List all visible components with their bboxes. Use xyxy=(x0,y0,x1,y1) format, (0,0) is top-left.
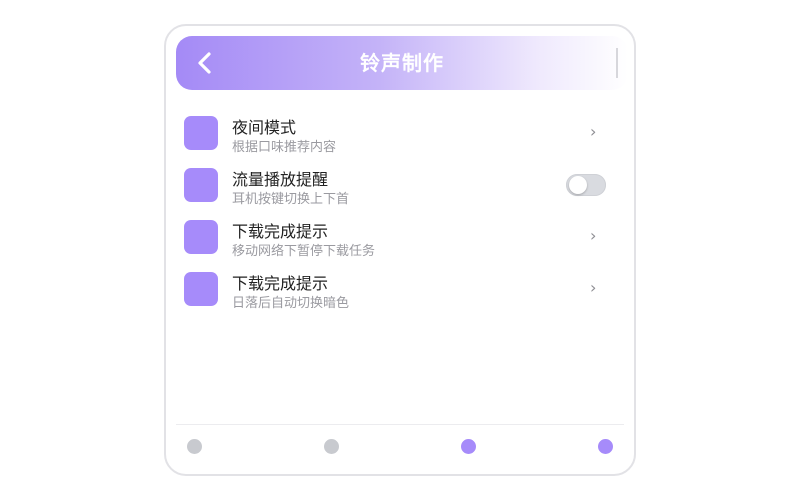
chevron-right-icon: › xyxy=(590,122,597,141)
settings-item-title: 流量播放提醒 xyxy=(232,170,329,189)
settings-item-subtitle: 移动网络下暂停下载任务 xyxy=(232,244,376,259)
bottom-divider xyxy=(176,424,624,425)
nav-dot-2[interactable] xyxy=(324,439,339,454)
settings-item-subtitle: 耳机按键切换上下首 xyxy=(232,192,350,207)
settings-item-download-complete[interactable]: 下载完成提示 移动网络下暂停下载任务 › xyxy=(182,216,618,268)
header-divider xyxy=(616,48,618,78)
settings-item-download-complete-2[interactable]: 下载完成提示 日落后自动切换暗色 › xyxy=(182,268,618,320)
toggle-knob xyxy=(569,176,587,194)
toggle-switch[interactable] xyxy=(566,174,606,196)
header-bar: 铃声制作 xyxy=(176,36,628,90)
settings-item-subtitle: 日落后自动切换暗色 xyxy=(232,296,350,311)
settings-icon xyxy=(184,220,218,254)
settings-item-title: 下载完成提示 xyxy=(232,274,329,293)
settings-item-night-mode[interactable]: 夜间模式 根据口味推荐内容 › xyxy=(182,112,618,164)
nav-dot-3[interactable] xyxy=(461,439,476,454)
page-title: 铃声制作 xyxy=(360,51,444,75)
nav-dot-1[interactable] xyxy=(187,439,202,454)
settings-icon xyxy=(184,272,218,306)
settings-item-title: 下载完成提示 xyxy=(232,222,329,241)
nav-dot-4[interactable] xyxy=(598,439,613,454)
phone-frame: 铃声制作 夜间模式 根据口味推荐内容 › 流量播放提醒 耳机按键切换上下首 下载… xyxy=(164,24,636,476)
settings-item-title: 夜间模式 xyxy=(232,118,297,137)
settings-icon xyxy=(184,116,218,150)
settings-list: 夜间模式 根据口味推荐内容 › 流量播放提醒 耳机按键切换上下首 下载完成提示 … xyxy=(182,112,618,320)
settings-item-subtitle: 根据口味推荐内容 xyxy=(232,140,337,155)
settings-item-data-playback-alert[interactable]: 流量播放提醒 耳机按键切换上下首 xyxy=(182,164,618,216)
chevron-right-icon: › xyxy=(590,226,597,245)
chevron-right-icon: › xyxy=(590,278,597,297)
settings-icon xyxy=(184,168,218,202)
